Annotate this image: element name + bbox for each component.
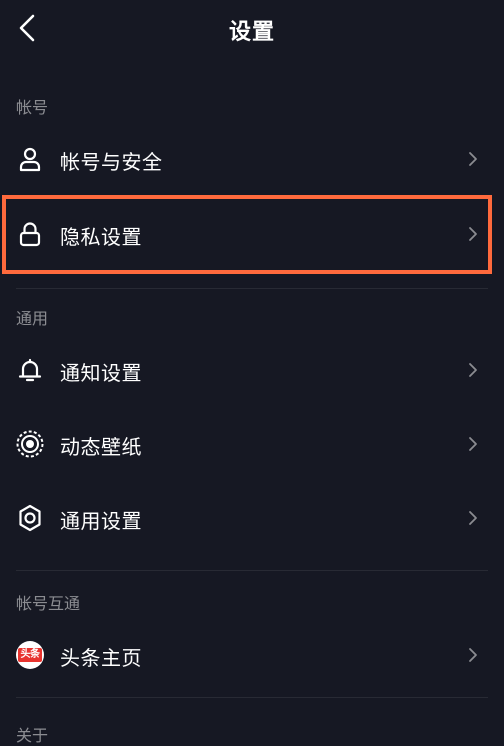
row-label: 帐号与安全 xyxy=(60,150,163,174)
live-wallpaper-icon xyxy=(14,428,46,460)
chevron-right-icon xyxy=(466,149,480,169)
divider xyxy=(16,697,488,698)
settings-row-privacy[interactable]: 隐私设置 xyxy=(0,197,504,271)
row-label: 通用设置 xyxy=(60,509,142,533)
divider xyxy=(16,570,488,571)
settings-row-general-settings[interactable]: 通用设置 xyxy=(0,481,504,555)
page-title: 设置 xyxy=(228,20,275,45)
settings-row-account-security[interactable]: 帐号与安全 xyxy=(0,122,504,196)
person-icon xyxy=(14,143,46,175)
bell-icon xyxy=(14,354,46,386)
row-label: 隐私设置 xyxy=(60,225,142,249)
divider xyxy=(16,288,488,289)
section-header-account-linking: 帐号互通 xyxy=(16,594,81,613)
settings-row-notifications[interactable]: 通知设置 xyxy=(0,333,504,407)
toutiao-badge: 头条 xyxy=(16,641,44,669)
chevron-right-icon xyxy=(466,645,480,665)
section-header-account: 帐号 xyxy=(16,98,49,117)
settings-row-toutiao-home[interactable]: 头条 头条主页 xyxy=(0,618,504,692)
chevron-right-icon xyxy=(466,508,480,528)
row-label: 动态壁纸 xyxy=(60,435,142,459)
nav-bar: 设置 xyxy=(0,0,504,62)
section-header-general: 通用 xyxy=(16,309,49,328)
chevron-right-icon xyxy=(466,224,480,244)
settings-row-live-wallpaper[interactable]: 动态壁纸 xyxy=(0,407,504,481)
lock-icon xyxy=(14,218,46,250)
chevron-right-icon xyxy=(466,434,480,454)
row-label: 通知设置 xyxy=(60,361,142,385)
row-label: 头条主页 xyxy=(60,646,142,670)
toutiao-logo-text: 头条 xyxy=(18,648,42,662)
toutiao-logo-icon: 头条 xyxy=(14,639,46,671)
gear-icon xyxy=(14,502,46,534)
section-header-about: 关于 xyxy=(16,726,49,745)
chevron-right-icon xyxy=(466,360,480,380)
